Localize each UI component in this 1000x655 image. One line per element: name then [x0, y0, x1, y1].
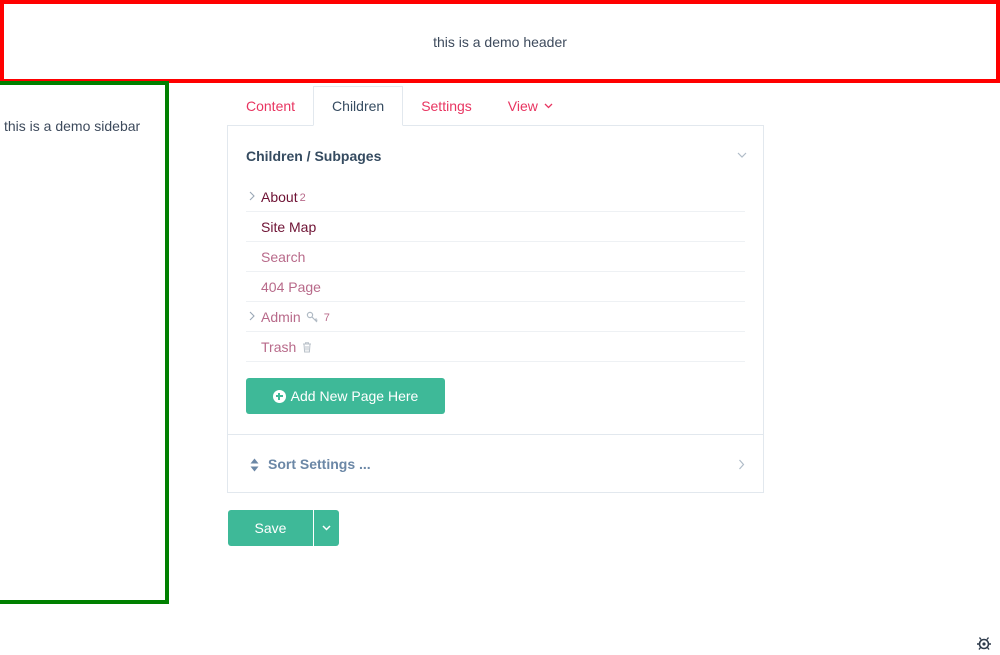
- page-label-site-map[interactable]: Site Map: [261, 219, 316, 235]
- list-item-search[interactable]: Search: [246, 242, 745, 272]
- chevron-right-icon[interactable]: [248, 191, 256, 201]
- trash-icon: [303, 341, 312, 352]
- save-button-group: Save: [228, 510, 339, 546]
- add-new-page-button[interactable]: Add New Page Here: [246, 378, 445, 414]
- page-label-about[interactable]: About: [261, 189, 298, 205]
- demo-header: this is a demo header: [0, 0, 1000, 83]
- list-item-site-map[interactable]: Site Map: [246, 212, 745, 242]
- page-label-admin[interactable]: Admin: [261, 309, 301, 325]
- debug-bug-icon[interactable]: [975, 634, 993, 652]
- tab-content[interactable]: Content: [228, 86, 313, 125]
- tab-bar: Content Children Settings View: [228, 86, 571, 126]
- demo-sidebar: this is a demo sidebar: [0, 81, 169, 604]
- tab-children[interactable]: Children: [313, 86, 404, 126]
- tab-settings[interactable]: Settings: [403, 86, 490, 125]
- tab-content-label: Content: [246, 97, 296, 114]
- child-count: 2: [299, 191, 306, 204]
- list-item-trash[interactable]: Trash: [246, 332, 745, 362]
- page-label-trash[interactable]: Trash: [261, 339, 296, 355]
- list-item-404-page[interactable]: 404 Page: [246, 272, 745, 302]
- page-label-404[interactable]: 404 Page: [261, 279, 321, 295]
- key-icon: [306, 311, 318, 322]
- chevron-down-icon: [544, 103, 553, 108]
- chevron-right-icon: [739, 459, 745, 470]
- save-dropdown-button[interactable]: [314, 510, 339, 546]
- page-label-search[interactable]: Search: [261, 249, 305, 265]
- sort-settings-label: Sort Settings ...: [268, 456, 371, 472]
- plus-circle-icon: [272, 389, 286, 403]
- add-new-page-label: Add New Page Here: [290, 388, 419, 404]
- tab-children-label: Children: [332, 98, 385, 114]
- tab-view[interactable]: View: [490, 86, 571, 125]
- demo-header-text: this is a demo header: [433, 33, 567, 50]
- sort-icon: [250, 458, 259, 472]
- demo-sidebar-text: this is a demo sidebar: [4, 118, 141, 134]
- tab-settings-label: Settings: [421, 97, 472, 114]
- page-list: About 2 Site Map Search 404 Page Admin 7…: [246, 182, 745, 362]
- chevron-right-icon[interactable]: [248, 311, 256, 321]
- list-item-about[interactable]: About 2: [246, 182, 745, 212]
- save-button[interactable]: Save: [228, 510, 313, 546]
- list-item-admin[interactable]: Admin 7: [246, 302, 745, 332]
- panel-title: Children / Subpages: [246, 148, 382, 164]
- tab-view-label: View: [507, 97, 538, 114]
- sort-settings-toggle[interactable]: Sort Settings ...: [228, 434, 763, 494]
- chevron-down-icon[interactable]: [737, 150, 747, 160]
- chevron-down-icon: [322, 525, 331, 531]
- child-count: 7: [323, 311, 330, 324]
- children-panel: Children / Subpages About 2 Site Map Sea…: [227, 125, 764, 493]
